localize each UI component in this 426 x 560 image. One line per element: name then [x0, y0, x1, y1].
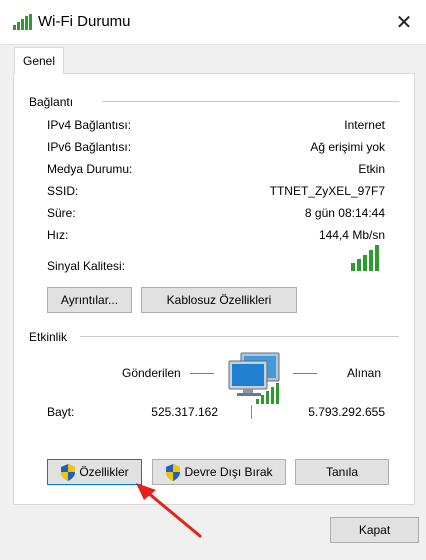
connection-heading: Bağlantı	[29, 95, 74, 109]
tab-general[interactable]: Genel	[14, 47, 64, 74]
bytes-label: Bayt:	[47, 405, 75, 419]
wireless-properties-button[interactable]: Kablosuz Özellikleri	[141, 287, 297, 313]
media-status-label: Medya Durumu:	[47, 162, 133, 176]
properties-button[interactable]: Özellikler	[47, 459, 142, 485]
activity-heading: Etkinlik	[29, 330, 68, 344]
signal-quality-label: Sinyal Kalitesi:	[47, 259, 126, 273]
window-title: Wi-Fi Durumu	[38, 13, 131, 30]
media-status-value: Etkin	[358, 162, 385, 176]
ssid-value: TTNET_ZyXEL_97F7	[269, 184, 385, 198]
bytes-sent-value: 525.317.162	[151, 405, 218, 419]
details-button[interactable]: Ayrıntılar...	[47, 287, 132, 313]
close-icon[interactable]: ✕	[388, 8, 420, 36]
duration-label: Süre:	[47, 206, 76, 220]
activity-divider	[80, 336, 399, 337]
ssid-label: SSID:	[47, 184, 79, 198]
sent-label: Gönderilen	[122, 366, 181, 380]
sent-line	[190, 373, 214, 374]
close-button[interactable]: Kapat	[330, 517, 419, 543]
wifi-signal-icon	[13, 14, 32, 30]
network-computer-icon	[228, 352, 280, 419]
ipv6-label: IPv6 Bağlantısı:	[47, 140, 132, 154]
bytes-received-value: 5.793.292.655	[308, 405, 385, 419]
diagnose-button[interactable]: Tanıla	[295, 459, 389, 485]
ipv6-value: Ağ erişimi yok	[310, 140, 385, 154]
ipv4-value: Internet	[344, 118, 385, 132]
uac-shield-icon	[61, 463, 76, 481]
disable-label: Devre Dışı Bırak	[184, 465, 273, 479]
received-label: Alınan	[347, 366, 382, 380]
speed-value: 144,4 Mb/sn	[318, 228, 385, 242]
annotation-arrow-icon	[136, 483, 202, 538]
speed-label: Hız:	[47, 228, 69, 242]
received-line	[293, 373, 317, 374]
connection-divider	[102, 101, 399, 102]
tab-label: Genel	[22, 54, 56, 68]
signal-strength-icon	[351, 245, 379, 271]
title-bar: Wi-Fi Durumu ✕	[0, 0, 426, 44]
duration-value: 8 gün 08:14:44	[304, 206, 385, 220]
ipv4-label: IPv4 Bağlantısı:	[47, 118, 132, 132]
properties-label: Özellikler	[79, 465, 129, 479]
